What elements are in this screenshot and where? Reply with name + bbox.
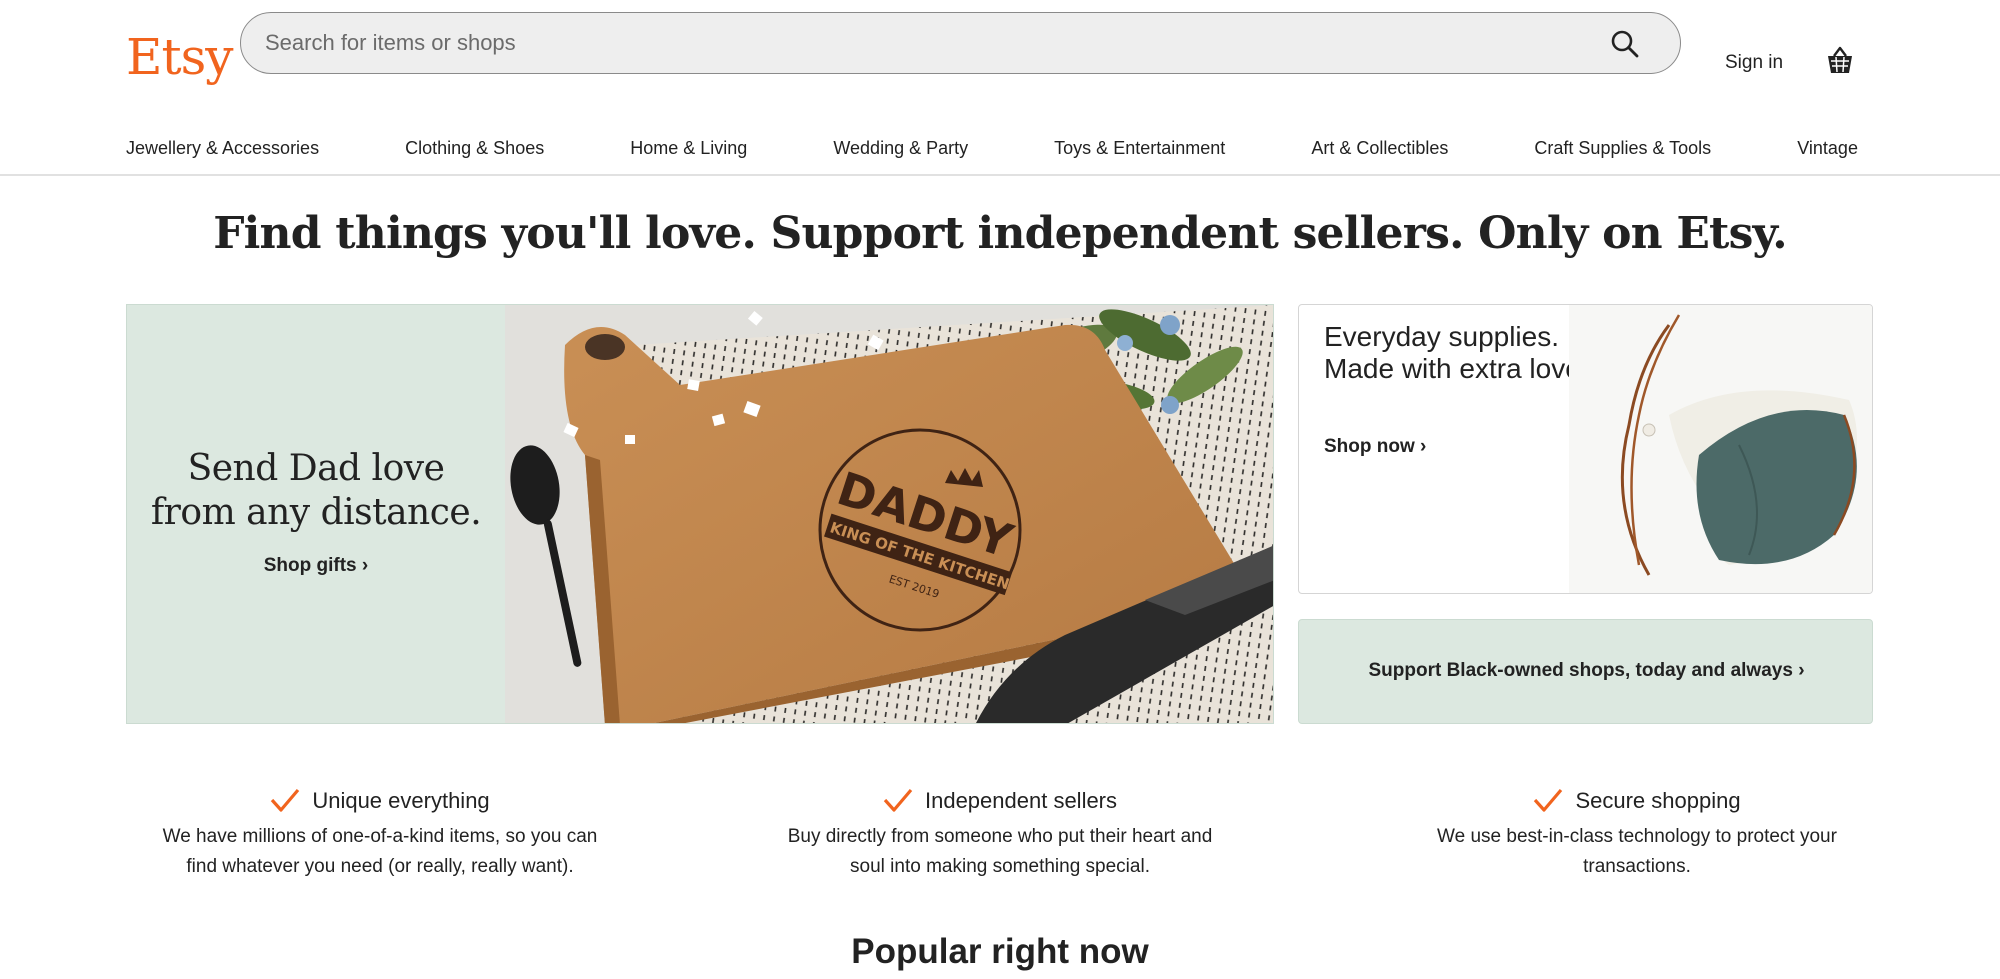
checkmark-icon: [271, 788, 300, 812]
shop-gifts-link[interactable]: Shop gifts ›: [127, 555, 505, 577]
checkmark-icon: [1534, 788, 1563, 812]
shop-now-label: Shop now: [1324, 436, 1415, 457]
category-wedding-party[interactable]: Wedding & Party: [833, 138, 968, 159]
value-prop-secure: Secure shopping We use best-in-class tec…: [1357, 786, 1917, 882]
popular-heading: Popular right now: [851, 932, 1149, 971]
checkmark-icon: [883, 788, 913, 812]
etsy-logo[interactable]: Etsy: [126, 28, 233, 86]
value-prop-desc: We use best-in-class technology to prote…: [1437, 826, 1837, 877]
hero-banner[interactable]: Send Dad love from any distance. Shop gi…: [126, 304, 1274, 724]
chevron-right-icon: ›: [361, 555, 369, 576]
category-art[interactable]: Art & Collectibles: [1311, 138, 1448, 159]
cart-basket-icon[interactable]: [1825, 45, 1855, 77]
everyday-supplies-card[interactable]: Everyday supplies. Made with extra love.…: [1298, 304, 1873, 594]
hero-text-panel: Send Dad love from any distance. Shop gi…: [127, 305, 505, 723]
category-craft-supplies[interactable]: Craft Supplies & Tools: [1534, 138, 1711, 159]
value-prop-desc: We have millions of one-of-a-kind items,…: [162, 826, 598, 877]
shop-gifts-label: Shop gifts: [263, 555, 357, 576]
chevron-right-icon: ›: [1798, 660, 1805, 681]
value-prop-title: Independent sellers: [924, 788, 1118, 813]
value-prop-desc: Buy directly from someone who put their …: [787, 826, 1213, 877]
category-nav: Jewellery & Accessories Clothing & Shoes…: [126, 138, 1858, 159]
page-tagline: Find things you'll love. Support indepen…: [213, 208, 1787, 259]
support-black-owned-card[interactable]: Support Black-owned shops, today and alw…: [1298, 619, 1873, 724]
shop-now-link[interactable]: Shop now ›: [1324, 436, 1426, 458]
search-icon[interactable]: [1610, 29, 1640, 59]
value-prop-title: Secure shopping: [1575, 788, 1741, 813]
category-home-living[interactable]: Home & Living: [630, 138, 747, 159]
value-prop-sellers: Independent sellers Buy directly from so…: [720, 786, 1280, 882]
hero-title: Send Dad love from any distance.: [150, 448, 482, 533]
category-toys[interactable]: Toys & Entertainment: [1054, 138, 1225, 159]
support-black-owned-link[interactable]: Support Black-owned shops, today and alw…: [1299, 660, 1874, 682]
cutting-board-image: DADDY KING OF THE KITCHEN EST 2019: [505, 305, 1273, 723]
chevron-right-icon: ›: [1420, 436, 1427, 457]
face-mask-image: [1569, 305, 1872, 593]
category-jewellery[interactable]: Jewellery & Accessories: [126, 138, 319, 159]
support-label: Support Black-owned shops, today and alw…: [1368, 660, 1793, 681]
search-input[interactable]: [265, 13, 1565, 73]
category-clothing[interactable]: Clothing & Shoes: [405, 138, 544, 159]
promo-title: Everyday supplies. Made with extra love.: [1324, 321, 1589, 384]
search-bar[interactable]: [240, 12, 1681, 74]
value-prop-title: Unique everything: [312, 788, 490, 813]
value-prop-unique: Unique everything We have millions of on…: [100, 786, 660, 882]
header-divider: [0, 174, 2000, 176]
category-vintage[interactable]: Vintage: [1797, 138, 1858, 159]
sign-in-link[interactable]: Sign in: [1725, 52, 1783, 74]
